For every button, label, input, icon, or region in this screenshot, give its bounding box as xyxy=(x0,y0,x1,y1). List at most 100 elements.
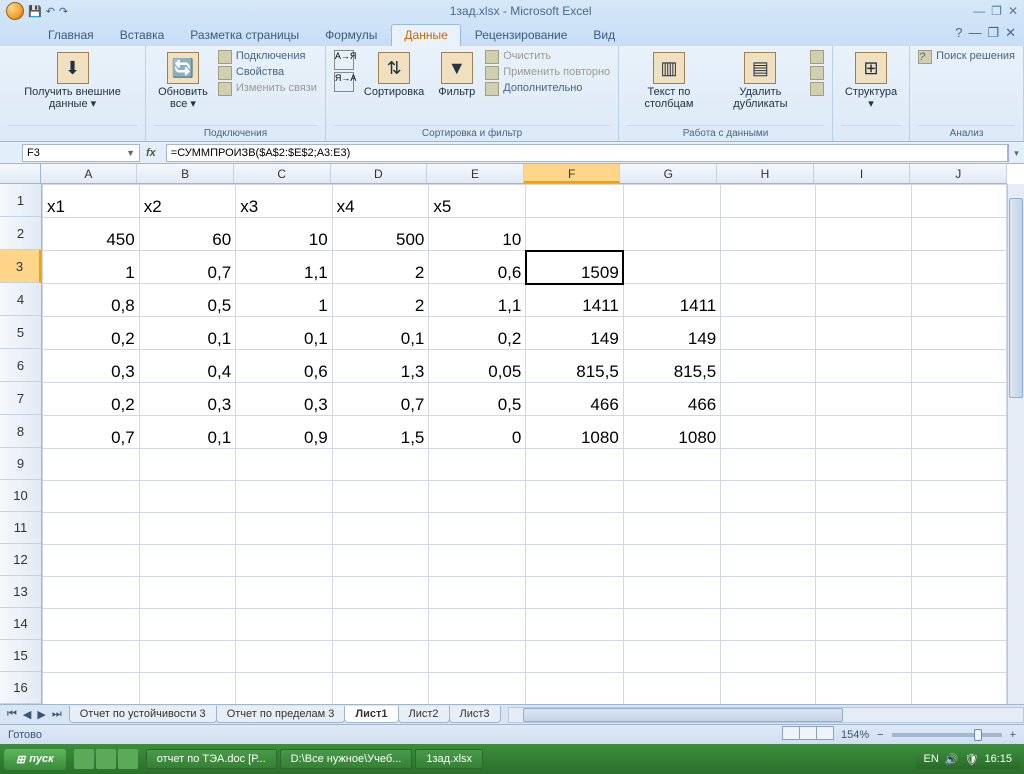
cell[interactable] xyxy=(816,545,911,577)
ribbon-tab[interactable]: Разметка страницы xyxy=(178,25,311,46)
maximize-button[interactable]: ❐ xyxy=(991,4,1002,18)
quick-launch-icon[interactable] xyxy=(96,749,116,769)
cell[interactable]: 10 xyxy=(429,218,526,251)
cell[interactable]: 2 xyxy=(332,251,429,284)
cell[interactable] xyxy=(332,641,429,673)
prev-sheet-button[interactable]: ◀ xyxy=(20,708,34,721)
row-header[interactable]: 11 xyxy=(0,512,41,544)
cell[interactable] xyxy=(139,513,235,545)
cell[interactable]: 815,5 xyxy=(526,350,623,383)
doc-close-button[interactable]: ✕ xyxy=(1005,25,1016,41)
cell[interactable] xyxy=(429,513,526,545)
zoom-slider[interactable] xyxy=(892,733,1002,737)
cell[interactable] xyxy=(721,350,816,383)
cell[interactable] xyxy=(526,641,623,673)
cell[interactable] xyxy=(139,641,235,673)
cell[interactable] xyxy=(721,317,816,350)
column-header[interactable]: B xyxy=(137,164,234,183)
doc-restore-button[interactable]: ❐ xyxy=(987,25,999,41)
row-header[interactable]: 15 xyxy=(0,640,41,672)
vertical-scrollbar[interactable] xyxy=(1007,184,1024,704)
cell[interactable] xyxy=(236,673,332,705)
ribbon-tab[interactable]: Формулы xyxy=(313,25,389,46)
cell[interactable] xyxy=(623,481,720,513)
column-header[interactable]: H xyxy=(717,164,814,183)
cell[interactable] xyxy=(911,284,1006,317)
cell[interactable]: 0,7 xyxy=(139,251,235,284)
cell[interactable] xyxy=(721,251,816,284)
cell[interactable] xyxy=(429,545,526,577)
cell[interactable] xyxy=(526,609,623,641)
column-header[interactable]: E xyxy=(427,164,524,183)
cell[interactable]: 0 xyxy=(429,416,526,449)
cell[interactable] xyxy=(43,449,140,481)
cell[interactable]: 0,6 xyxy=(236,350,332,383)
cell[interactable] xyxy=(43,641,140,673)
cell[interactable] xyxy=(623,251,720,284)
cell[interactable] xyxy=(911,383,1006,416)
cell[interactable] xyxy=(911,577,1006,609)
cell[interactable] xyxy=(429,449,526,481)
get-external-data-button[interactable]: ⬇ Получить внешние данные ▾ xyxy=(8,50,137,112)
cell[interactable] xyxy=(816,218,911,251)
cell[interactable]: 0,1 xyxy=(332,317,429,350)
taskbar-item[interactable]: D:\Все нужное\Учеб... xyxy=(280,749,413,769)
last-sheet-button[interactable]: ⏭ xyxy=(49,708,65,721)
cell[interactable] xyxy=(911,545,1006,577)
cell[interactable] xyxy=(236,641,332,673)
cell[interactable] xyxy=(816,673,911,705)
sort-asc-button[interactable]: А→Я xyxy=(334,50,354,70)
cell[interactable] xyxy=(139,481,235,513)
column-header[interactable]: D xyxy=(331,164,428,183)
cell[interactable] xyxy=(911,449,1006,481)
scroll-thumb[interactable] xyxy=(1009,198,1023,398)
cell[interactable] xyxy=(816,513,911,545)
cell[interactable] xyxy=(623,641,720,673)
cell[interactable]: 1 xyxy=(43,251,140,284)
first-sheet-button[interactable]: ⏮ xyxy=(4,708,20,721)
row-header[interactable]: 5 xyxy=(0,316,41,349)
cell[interactable] xyxy=(721,577,816,609)
cell[interactable]: 1509 xyxy=(526,251,623,284)
cell[interactable] xyxy=(526,577,623,609)
cell[interactable] xyxy=(623,449,720,481)
next-sheet-button[interactable]: ▶ xyxy=(34,708,48,721)
cell[interactable] xyxy=(623,513,720,545)
cell[interactable] xyxy=(236,449,332,481)
cell[interactable]: 450 xyxy=(43,218,140,251)
cell[interactable] xyxy=(623,218,720,251)
zoom-knob[interactable] xyxy=(974,729,982,741)
cell[interactable]: x5 xyxy=(429,185,526,218)
cell[interactable]: 149 xyxy=(526,317,623,350)
cell[interactable] xyxy=(43,609,140,641)
select-all-corner[interactable] xyxy=(0,164,41,183)
cell[interactable] xyxy=(911,673,1006,705)
cell[interactable] xyxy=(816,383,911,416)
cell[interactable] xyxy=(526,218,623,251)
cell[interactable]: 1,1 xyxy=(429,284,526,317)
zoom-in-button[interactable]: + xyxy=(1010,729,1016,741)
cell[interactable]: 500 xyxy=(332,218,429,251)
cell[interactable] xyxy=(911,416,1006,449)
formula-expand-button[interactable]: ▾ xyxy=(1008,144,1024,162)
cell[interactable]: 0,1 xyxy=(236,317,332,350)
cell[interactable] xyxy=(236,577,332,609)
remove-duplicates-button[interactable]: ▤ Удалить дубликаты xyxy=(717,50,804,112)
cell[interactable] xyxy=(911,481,1006,513)
cell[interactable]: 0,1 xyxy=(139,416,235,449)
cell[interactable] xyxy=(911,609,1006,641)
row-header[interactable]: 6 xyxy=(0,349,41,382)
close-button[interactable]: ✕ xyxy=(1008,4,1018,18)
office-button[interactable] xyxy=(6,2,24,20)
column-header[interactable]: I xyxy=(814,164,911,183)
ribbon-tab[interactable]: Рецензирование xyxy=(463,25,580,46)
hscroll-thumb[interactable] xyxy=(523,708,843,722)
cell[interactable]: 10 xyxy=(236,218,332,251)
cell[interactable]: 0,9 xyxy=(236,416,332,449)
cell[interactable]: 0,05 xyxy=(429,350,526,383)
tray-icon[interactable]: 🛡 xyxy=(965,753,979,766)
cell-grid[interactable]: x1x2x3x4x545060105001010,71,120,615090,8… xyxy=(42,184,1007,704)
taskbar-item[interactable]: 1зад.xlsx xyxy=(415,749,483,769)
sheet-tab[interactable]: Отчет по устойчивости 3 xyxy=(69,706,217,723)
row-header[interactable]: 14 xyxy=(0,608,41,640)
